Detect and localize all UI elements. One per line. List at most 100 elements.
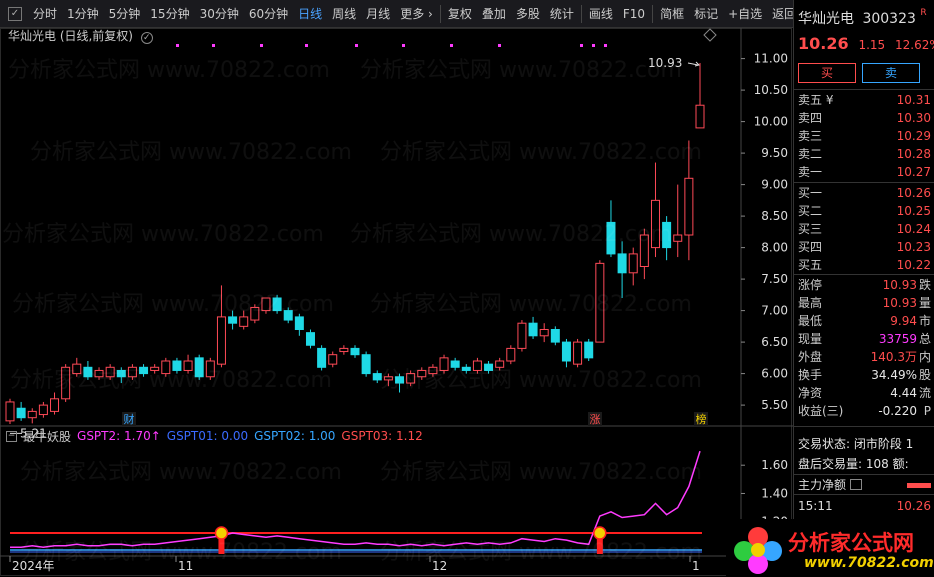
candle-body[interactable] [550, 329, 560, 343]
kline-chart[interactable]: 11.00 10.50 10.00 9.50 9.00 8.50 8.00 7.50 7.00 6… [0, 28, 793, 577]
candle-body[interactable] [283, 310, 293, 321]
candle-body[interactable] [239, 316, 249, 327]
candle-body[interactable] [139, 366, 149, 375]
candle-body[interactable] [662, 221, 672, 249]
candle-body[interactable] [105, 366, 115, 378]
toolbar-item-1[interactable]: 1分钟 [62, 0, 104, 28]
toolbar-item-14[interactable]: 画线 [584, 0, 618, 28]
candle-body[interactable] [205, 360, 215, 378]
candle-body[interactable] [16, 407, 26, 419]
candle-body[interactable] [272, 297, 282, 312]
sell-button[interactable]: 卖 [862, 63, 920, 83]
candle-body[interactable] [317, 347, 327, 368]
candle-body[interactable] [684, 177, 694, 236]
candle-body[interactable] [617, 253, 627, 274]
toolbar-item-2[interactable]: 5分钟 [104, 0, 146, 28]
toolbar-item-9[interactable]: 更多 › [395, 0, 438, 28]
checkbox-icon[interactable]: ✓ [8, 6, 22, 21]
candle-body[interactable] [372, 373, 382, 381]
candle-body[interactable] [150, 366, 160, 371]
candle-body[interactable] [395, 376, 405, 384]
candle-body[interactable] [406, 373, 416, 384]
candle-body[interactable] [650, 199, 660, 249]
candle-body[interactable] [639, 234, 649, 267]
row-value: 4.44 [890, 386, 917, 400]
candle-body[interactable] [250, 306, 260, 321]
candle-body[interactable] [127, 366, 137, 378]
candle-body[interactable] [116, 369, 126, 378]
toolbar-item-16[interactable]: 简框 [655, 0, 689, 28]
main-flow-row: 主力净额 [798, 476, 931, 494]
collapse-icon[interactable]: − [6, 430, 17, 442]
candle-body[interactable] [361, 354, 371, 375]
toolbar-item-0[interactable]: 分时 [28, 0, 62, 28]
toolbar-item-17[interactable]: 标记 [689, 0, 723, 28]
candle-body[interactable] [94, 369, 104, 378]
candle-body[interactable] [50, 398, 60, 412]
candle-body[interactable] [61, 366, 71, 400]
toolbar-item-18[interactable]: +自选 [723, 0, 767, 28]
toolbar-item-3[interactable]: 15分钟 [145, 0, 194, 28]
candle-body[interactable] [561, 341, 571, 362]
ask-row-4: 卖一 10.27 [798, 163, 931, 181]
buy-button[interactable]: 买 [798, 63, 856, 83]
candle-body[interactable] [461, 366, 471, 371]
candle-body[interactable] [595, 262, 605, 343]
toolbar-item-10[interactable]: 复权 [443, 0, 477, 28]
toolbar-item-12[interactable]: 多股 [511, 0, 545, 28]
candle-body[interactable] [383, 376, 393, 381]
candle-body[interactable] [172, 360, 182, 371]
candle-body[interactable] [194, 357, 204, 378]
candle-body[interactable] [606, 221, 616, 255]
candle-body[interactable] [161, 360, 171, 375]
candle-body[interactable] [38, 404, 48, 416]
candle-body[interactable] [228, 316, 238, 324]
candle-body[interactable] [506, 347, 516, 362]
candle-body[interactable] [350, 347, 360, 356]
stock-price-row: 10.26 1.15 12.62% [798, 34, 934, 53]
diamond-icon[interactable] [703, 28, 717, 42]
gspt03-value: GSPT03: 1.12 [341, 429, 423, 443]
candle-body[interactable] [484, 363, 494, 371]
candle-body[interactable] [294, 316, 304, 330]
candle-body[interactable] [528, 322, 538, 337]
toolbar-item-8[interactable]: 月线 [361, 0, 395, 28]
candle-body[interactable] [517, 322, 527, 349]
candle-body[interactable] [83, 366, 93, 378]
candle-body[interactable] [417, 369, 427, 378]
candle-body[interactable] [573, 341, 583, 365]
toolbar-item-4[interactable]: 30分钟 [195, 0, 244, 28]
candle-body[interactable] [695, 104, 705, 129]
candle-body[interactable] [584, 341, 594, 359]
candle-body[interactable] [339, 347, 349, 353]
candle-body[interactable] [428, 366, 438, 375]
candle-body[interactable] [261, 297, 271, 312]
candle-body[interactable] [183, 360, 193, 371]
candle-body[interactable] [305, 332, 315, 346]
candle-body[interactable] [495, 360, 505, 368]
candle-body[interactable] [628, 253, 638, 274]
candle-body[interactable] [216, 316, 226, 365]
toolbar-item-13[interactable]: 统计 [545, 0, 579, 28]
candle-body[interactable] [472, 360, 482, 371]
row-value: 10.26 [896, 186, 931, 200]
candle-body[interactable] [439, 357, 449, 371]
candle-body[interactable] [539, 329, 549, 337]
row-value: 34.49% [871, 368, 917, 382]
candle-body[interactable] [673, 234, 683, 242]
toolbar-item-5[interactable]: 60分钟 [244, 0, 293, 28]
price-axis-label: 6.00 [761, 367, 788, 381]
candle-body[interactable] [27, 410, 37, 419]
toolbar-item-7[interactable]: 周线 [327, 0, 361, 28]
row-suffix: 流 [918, 386, 931, 400]
toolbar-item-6[interactable]: 日线 [293, 0, 327, 28]
toolbar-item-11[interactable]: 叠加 [477, 0, 511, 28]
list-icon[interactable] [850, 479, 863, 490]
candle-body[interactable] [450, 360, 460, 368]
toolbar-item-15[interactable]: F10 [618, 0, 650, 28]
candle-body[interactable] [72, 363, 82, 375]
max-arrow-head-icon [694, 61, 700, 67]
candle-body[interactable] [328, 354, 338, 365]
candle-body[interactable] [5, 401, 15, 422]
stock-tag: R [920, 8, 927, 18]
